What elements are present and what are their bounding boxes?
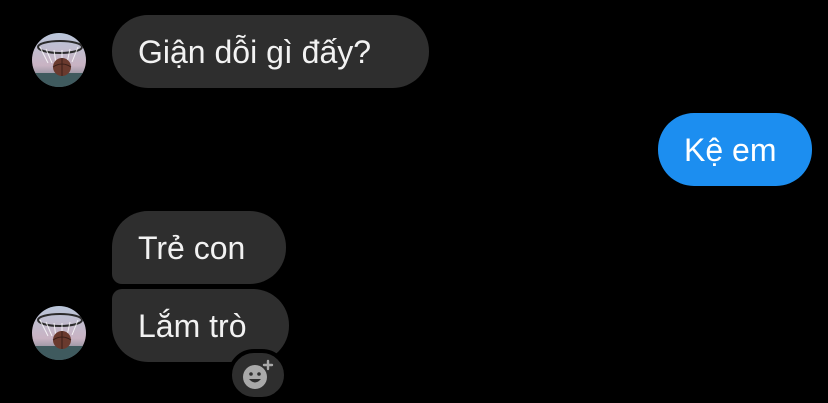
message-bubble-incoming[interactable]: Giận dỗi gì đấy? (112, 15, 429, 88)
message-bubble-outgoing[interactable]: Kệ em (658, 113, 812, 186)
contact-avatar[interactable] (32, 306, 86, 360)
add-reaction-button[interactable] (228, 349, 288, 401)
basketball-hoop-avatar-image (32, 306, 86, 360)
message-text: Trẻ con (138, 229, 246, 266)
message-text: Giận dỗi gì đấy? (138, 33, 372, 70)
contact-avatar[interactable] (32, 33, 86, 87)
message-text: Lắm trò (138, 307, 247, 344)
message-bubble-incoming[interactable]: Trẻ con (112, 211, 286, 284)
add-reaction-smiley-icon (243, 359, 274, 389)
message-text: Kệ em (684, 131, 777, 168)
basketball-hoop-avatar-image (32, 33, 86, 87)
